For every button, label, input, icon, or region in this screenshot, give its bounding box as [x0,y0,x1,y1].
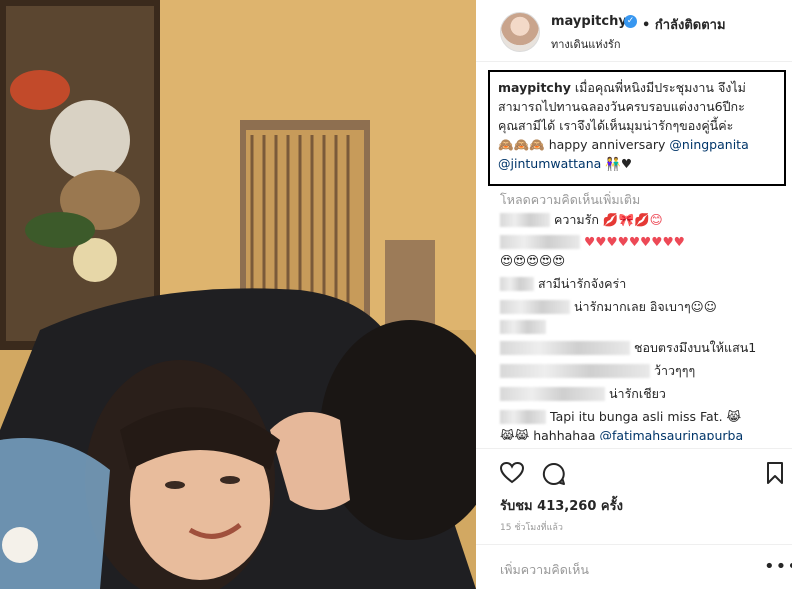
blurred-username[interactable] [500,409,546,424]
blurred-username[interactable] [500,299,570,314]
comment-text: ความรัก [554,212,599,227]
comment-item: ความรัก 💋🎀💋😊 [500,210,790,229]
mention-link[interactable]: @jintumwattana [498,156,601,171]
comment-item: น่ารักเชียว [500,384,790,403]
caption-line4: happy anniversary [548,137,666,152]
comment-item [500,320,790,334]
comment-text: น่ารักเชียว [609,386,666,401]
comment-list: ความรัก 💋🎀💋😊 ♥♥♥♥♥♥♥♥♥ 😍😍😍😍😍 สามีน่ารักจ… [500,206,790,440]
caption-username[interactable]: maypitchy [498,80,571,95]
mention-link[interactable]: @fatimahsaurinapurba [600,426,744,440]
blurred-username[interactable] [500,363,650,378]
comment-text: ว้าวๆๆๆ [654,363,696,378]
blurred-username[interactable] [500,234,580,249]
heart-icon[interactable] [500,462,524,484]
comment-text: น่ารักมากเลย อิจเบาๆ☺☺ [574,299,717,314]
blurred-username[interactable] [500,340,630,355]
post-location[interactable]: ทางเดินแห่งรัก [551,35,621,53]
comment-text: ชอบตรงมึงบนให้แสน1 [634,340,757,355]
comment-item: 😹😹 hahhahaa @fatimahsaurinapurba [500,426,790,440]
blurred-username[interactable] [500,212,550,227]
blurred-username[interactable] [500,320,546,334]
comment-emoji: 😍😍😍😍😍 [500,253,566,268]
caption: maypitchy เมื่อคุณพี่หนิงมีประชุมงาน จึง… [488,70,786,186]
caption-emoji: 👫♥ [605,156,633,171]
avatar[interactable] [500,12,540,52]
actions-divider [476,448,792,449]
caption-emoji: 🙈🙈🙈 [498,137,545,152]
comment-item: 😍😍😍😍😍 [500,251,790,270]
bookmark-icon[interactable] [766,462,784,484]
comment-icon[interactable] [542,462,566,486]
following-button[interactable]: • กำลังติดตาม [642,14,726,35]
mention-link[interactable]: @ningpanita [669,137,748,152]
comment-item: สามีน่ารักจังคร่า [500,274,790,293]
comment-item: ชอบตรงมึงบนให้แสน1 [500,338,790,357]
comment-item: น่ารักมากเลย อิจเบาๆ☺☺ [500,297,790,316]
blurred-username[interactable] [500,386,605,401]
blurred-username[interactable] [500,276,534,291]
comment-text: Tapi itu bunga asli miss Fat. [550,409,723,424]
caption-line1: เมื่อคุณพี่หนิงมีประชุมงาน จึงไม่ [574,80,746,95]
comment-emoji: 😹😹 [500,428,530,440]
post-header: maypitchy ✓ • กำลังติดตาม ทางเดินแห่งรัก [476,0,792,62]
post-timestamp[interactable]: 15 ชั่วโมงที่แล้ว [500,520,563,534]
more-options-icon[interactable]: ••• [764,556,792,577]
comment-emoji: ♥♥♥♥♥♥♥♥♥ [584,234,685,249]
caption-line2: สามารถไปทานฉลองวันครบรอบแต่งงาน6ปีกะ [498,99,745,114]
verified-badge-icon: ✓ [624,15,637,28]
comment-item: ว้าวๆๆๆ [500,361,790,380]
view-count[interactable]: รับชม 413,260 ครั้ง [500,495,623,516]
comment-emoji: 😹 [726,409,742,424]
comment-text: hahhahaa [533,428,596,440]
post-username[interactable]: maypitchy [551,14,627,29]
comment-emoji: 💋🎀💋😊 [602,212,663,227]
comment-text: สามีน่ารักจังคร่า [538,276,627,291]
post-side-panel: maypitchy ✓ • กำลังติดตาม ทางเดินแห่งรัก… [476,0,792,589]
post-photo[interactable] [0,0,476,589]
photo-illustration [0,0,476,589]
caption-line3: คุณสามีได้ เราจึงได้เห็นมุมน่ารักๆของคู่… [498,118,734,133]
comment-item: ♥♥♥♥♥♥♥♥♥ [500,232,790,251]
comment-item: Tapi itu bunga asli miss Fat. 😹 [500,407,790,426]
add-comment-input[interactable]: เพิ่มความคิดเห็น [500,560,589,580]
